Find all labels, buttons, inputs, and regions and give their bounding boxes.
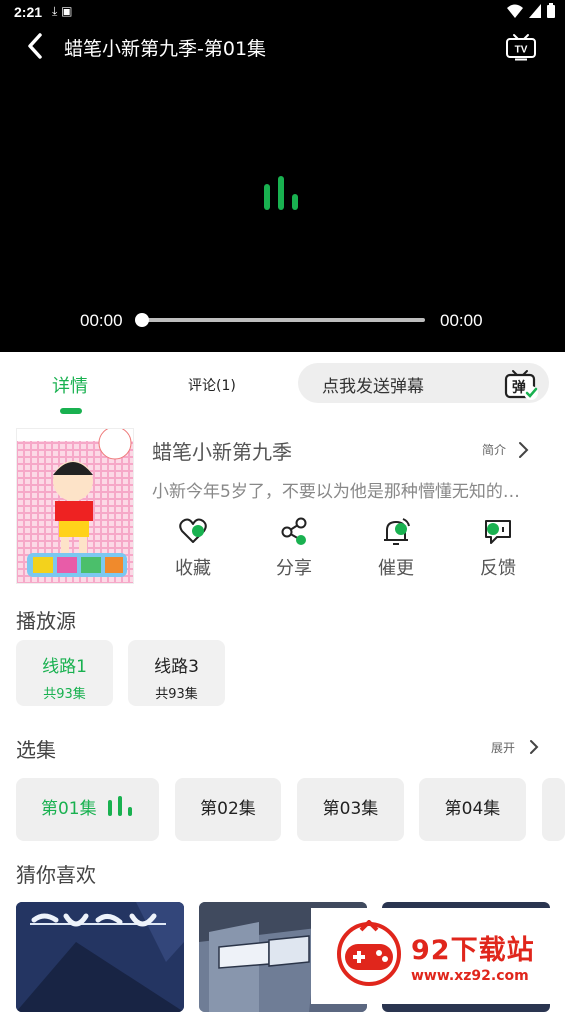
show-title: 蜡笔小新第九季: [152, 440, 292, 464]
episode-label: 第04集: [444, 799, 501, 819]
remind-update-label: 催更: [378, 558, 414, 579]
svg-text:弹: 弹: [512, 379, 526, 396]
episode-label: 第02集: [200, 799, 256, 819]
episode-chip-04[interactable]: 第04集: [419, 778, 526, 841]
share-button[interactable]: 分享: [264, 516, 324, 580]
source-count: 共93集: [155, 687, 198, 702]
episode-chip-02[interactable]: 第02集: [175, 778, 281, 841]
battery-icon: [547, 3, 555, 18]
tv-cast-icon[interactable]: TV: [505, 33, 537, 61]
episode-chip-03[interactable]: 第03集: [297, 778, 404, 841]
current-time: 00:00: [80, 311, 123, 330]
episode-label: 第01集: [40, 799, 97, 819]
watermark-line2: www.xz92.com: [411, 968, 529, 984]
episode-chip-01[interactable]: 第01集: [16, 778, 159, 841]
chevron-right-icon[interactable]: [527, 738, 541, 756]
watermark-line1: 92下载站: [411, 935, 535, 966]
tab-indicator: [60, 408, 82, 414]
gamepad-logo-icon: [337, 920, 401, 986]
progress-thumb[interactable]: [135, 313, 149, 327]
source-count: 共93集: [43, 687, 86, 702]
tab-detail[interactable]: 详情: [52, 372, 88, 398]
expand-link[interactable]: 展开: [491, 739, 515, 756]
danmaku-input[interactable]: 点我发送弹幕 弹: [298, 363, 549, 403]
favorite-label: 收藏: [175, 558, 211, 579]
intro-link[interactable]: 简介: [482, 441, 506, 458]
share-icon: [281, 517, 307, 545]
progress-track[interactable]: [140, 318, 425, 322]
playing-indicator-icon: [108, 796, 133, 816]
favorite-button[interactable]: 收藏: [163, 516, 223, 580]
feedback-icon: [485, 520, 511, 544]
share-label: 分享: [276, 558, 312, 579]
download-icon: ⤓ ▣: [52, 4, 73, 18]
episodes-title: 选集: [16, 738, 56, 762]
sources-title: 播放源: [16, 609, 76, 633]
source-name: 线路1: [42, 657, 87, 677]
svg-text:TV: TV: [515, 45, 528, 56]
wifi-icon: [507, 4, 523, 18]
episode-label: 第03集: [322, 799, 379, 819]
status-icons: [507, 3, 555, 18]
bell-icon: [384, 518, 410, 545]
total-time: 00:00: [440, 311, 483, 330]
feedback-label: 反馈: [480, 558, 516, 579]
recommend-card-1[interactable]: [16, 902, 184, 1012]
feedback-button[interactable]: 反馈: [468, 516, 528, 580]
recommend-title: 猜你喜欢: [16, 863, 96, 887]
watermark-logo: 92下载站 www.xz92.com: [311, 908, 565, 1004]
danmaku-placeholder: 点我发送弹幕: [322, 377, 424, 397]
episode-chip-partial[interactable]: [542, 778, 565, 841]
danmaku-send-icon[interactable]: 弹: [503, 367, 539, 401]
signal-icon: [529, 3, 541, 18]
back-arrow-icon[interactable]: [24, 32, 48, 60]
source-name: 线路3: [154, 657, 199, 677]
tab-comment[interactable]: 评论(1): [188, 375, 236, 395]
remind-update-button[interactable]: 催更: [366, 516, 426, 580]
status-time: 2:21: [14, 4, 43, 20]
video-title: 蜡笔小新第九季-第01集: [64, 38, 267, 60]
chevron-right-icon[interactable]: [516, 440, 530, 460]
show-poster: [16, 428, 134, 584]
heart-icon: [179, 518, 207, 543]
source-chip-3[interactable]: 线路3 共93集: [128, 640, 225, 706]
recommend-thumbnail: [16, 902, 184, 1012]
source-chip-1[interactable]: 线路1 共93集: [16, 640, 113, 706]
loading-indicator-icon: [264, 176, 298, 210]
show-description: 小新今年5岁了，不要以为他是那种懵懂无知的小孩子哦: [152, 482, 536, 502]
